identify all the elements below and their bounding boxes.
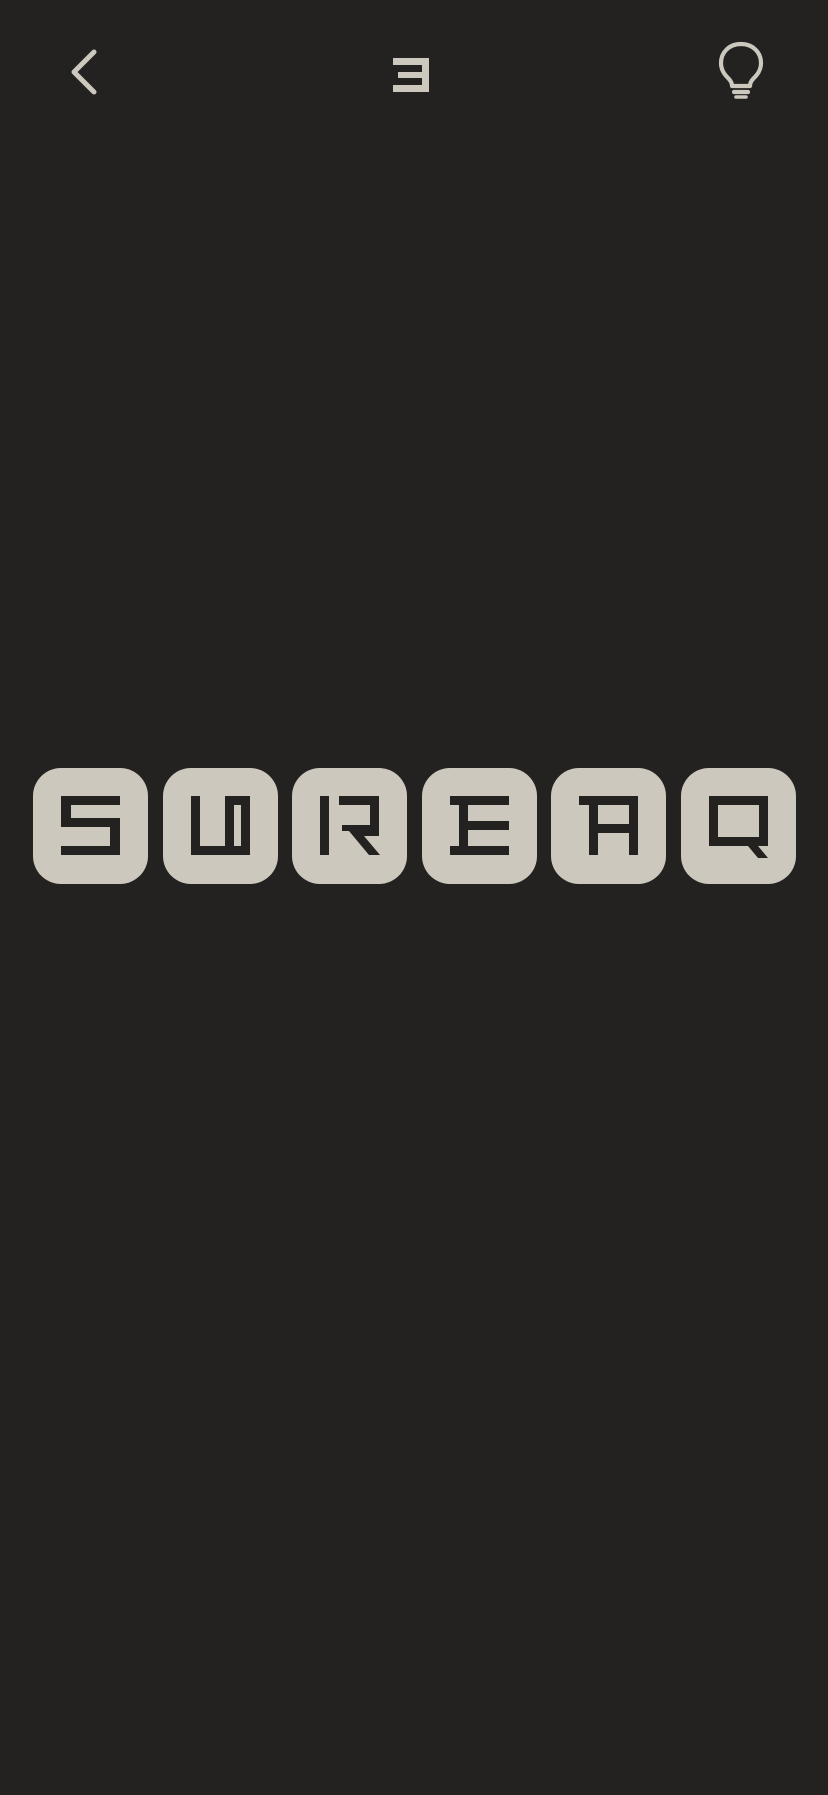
letter-tile-u[interactable]: U <box>162 768 278 884</box>
top-bar: 3 <box>0 0 828 150</box>
letter-tile-q[interactable]: Q <box>680 768 796 884</box>
hint-button[interactable] <box>714 40 768 102</box>
letter-tile-s[interactable]: S <box>33 768 148 884</box>
letter-tile-a[interactable]: A <box>551 768 666 884</box>
level-indicator: 3 <box>384 50 444 110</box>
tile-glyph <box>708 796 768 858</box>
chevron-left-icon <box>71 49 97 95</box>
tile-glyph <box>449 796 509 855</box>
tile-glyph <box>61 796 120 855</box>
tile-glyph <box>579 796 638 855</box>
letter-tile-e[interactable]: E <box>421 768 537 884</box>
game-screen: 3 S U R <box>0 0 828 1795</box>
letter-tiles: S U R E A <box>33 768 796 884</box>
tile-glyph <box>190 796 250 855</box>
lightbulb-icon <box>718 41 764 99</box>
level-number-glyph <box>393 58 429 92</box>
letter-tile-r[interactable]: R <box>292 768 407 884</box>
back-button[interactable] <box>56 40 116 104</box>
tile-glyph <box>320 796 380 855</box>
